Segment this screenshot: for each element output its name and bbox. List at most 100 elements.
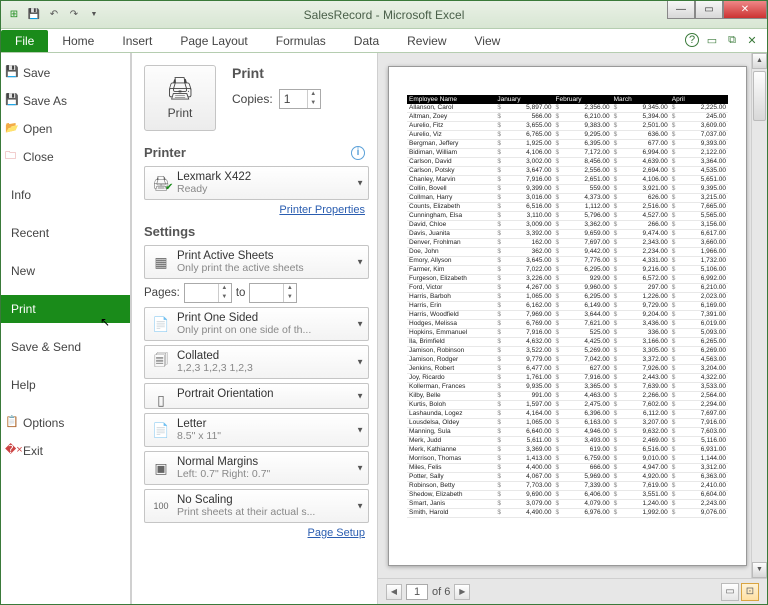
scroll-up-icon[interactable]: ▲ [752,53,767,69]
nav-exit[interactable]: �× Exit [1,437,130,465]
tab-data[interactable]: Data [340,30,393,52]
pages-from-spinner[interactable]: ▲▼ [184,283,232,303]
nav-help[interactable]: Help [1,371,130,399]
nav-save[interactable]: 💾Save [1,59,130,87]
close-window-button[interactable]: ✕ [723,1,767,19]
table-row: Emory, Allyson3,645.007,776.004,331.001,… [407,256,728,265]
nav-save-as[interactable]: 💾Save As [1,87,130,115]
nav-options[interactable]: 📋Options [1,409,130,437]
spinner-down-icon[interactable]: ▼ [307,99,319,108]
chevron-down-icon: ▼ [356,392,364,401]
table-row: Jamison, Rodger9,779.007,042.003,372.004… [407,355,728,364]
table-row: Harris, Erin6,162.006,149.009,729.006,16… [407,301,728,310]
nav-recent[interactable]: Recent [1,219,130,247]
table-row: Farmer, Kim7,022.006,295.009,216.005,106… [407,265,728,274]
table-row: Smith, Harold4,490.006,976.001,992.009,0… [407,508,728,517]
table-row: Aurelio, Fitz3,655.009,383.002,501.003,6… [407,121,728,130]
print-scope-dropdown[interactable]: ▦ Print Active Sheets Only print the act… [144,245,369,279]
page-number-input[interactable]: 1 [406,584,428,600]
table-row: Hopkins, Emmanuel7,916.00525.00336.005,0… [407,328,728,337]
margins-icon: ▣ [149,456,173,480]
printer-dropdown[interactable]: 🖨✔ Lexmark X422 Ready ▼ [144,166,369,200]
page-of-label: of 6 [432,586,450,598]
chevron-down-icon: ▼ [356,179,364,188]
undo-icon[interactable]: ↶ [45,6,63,24]
minimize-button[interactable]: — [667,1,695,19]
excel-icon: ⊞ [5,6,23,24]
preview-area: Employee NameJanuaryFebruaryMarchApril A… [378,53,767,578]
close-workbook-icon[interactable]: ✕ [745,33,759,47]
nav-close[interactable]: 🗀Close [1,143,130,171]
scaling-icon: 100 [149,494,173,518]
info-icon[interactable]: i [351,146,365,160]
chevron-down-icon: ▼ [356,426,364,435]
copies-spinner[interactable]: 1 ▲▼ [279,89,321,109]
preview-page: Employee NameJanuaryFebruaryMarchApril A… [388,66,747,566]
table-row: Shedow, Elizabeth9,690.006,406.003,551.0… [407,490,728,499]
table-row: Carlson, Potsky3,647.002,556.002,694.004… [407,166,728,175]
qat-dropdown-icon[interactable]: ▼ [85,6,103,24]
collation-dropdown[interactable]: 🗐 Collated 1,2,3 1,2,3 1,2,3 ▼ [144,345,369,379]
tab-view[interactable]: View [461,30,515,52]
table-row: Morrison, Thomas1,413.006,759.009,010.00… [407,454,728,463]
tab-home[interactable]: Home [48,30,108,52]
zoom-button[interactable]: ⊡ [741,583,759,601]
spinner-up-icon[interactable]: ▲ [307,90,319,99]
sides-dropdown[interactable]: 📄 Print One Sided Only print on one side… [144,307,369,341]
tab-formulas[interactable]: Formulas [262,30,340,52]
tab-insert[interactable]: Insert [108,30,166,52]
help-icon[interactable]: ? [685,33,699,47]
maximize-button[interactable]: ▭ [695,1,723,19]
restore-icon[interactable]: ⧉ [725,33,739,47]
nav-new[interactable]: New [1,257,130,285]
margins-dropdown[interactable]: ▣ Normal Margins Left: 0.7" Right: 0.7" … [144,451,369,485]
column-header: Employee Name [407,95,495,104]
table-row: Ila, Brimfield4,632.004,425.003,166.006,… [407,337,728,346]
column-header: April [670,95,728,104]
table-row: Davis, Juanita3,392.009,659.009,474.006,… [407,229,728,238]
table-row: Aurelio, Viz6,765.009,295.00636.007,037.… [407,130,728,139]
nav-open[interactable]: 📂Open [1,115,130,143]
printer-status: Ready [177,183,337,195]
tab-review[interactable]: Review [393,30,460,52]
table-row: Kurtis, Boloh1,597.002,475.007,602.002,2… [407,400,728,409]
zoom-to-page-button[interactable]: ▭ [721,583,739,601]
scaling-dropdown[interactable]: 100 No Scaling Print sheets at their act… [144,489,369,523]
print-button[interactable]: 🖨 Print [144,65,216,131]
backstage-nav: 💾Save 💾Save As 📂Open 🗀Close Info Recent … [1,53,131,604]
printer-device-icon: 🖨✔ [149,171,173,195]
page-setup-link[interactable]: Page Setup [144,527,365,539]
preview-scrollbar[interactable]: ▲ ▼ [751,53,767,578]
tab-page-layout[interactable]: Page Layout [166,30,261,52]
column-header: March [612,95,670,104]
chevron-down-icon: ▼ [356,258,364,267]
table-row: Counts, Elizabeth6,516.001,112.002,516.0… [407,202,728,211]
table-row: Ford, Victor4,267.009,960.00297.006,210.… [407,283,728,292]
scroll-down-icon[interactable]: ▼ [752,562,767,578]
quick-access-toolbar: ⊞ 💾 ↶ ↷ ▼ [1,6,103,24]
tab-file[interactable]: File [1,30,48,52]
scroll-thumb[interactable] [753,71,766,121]
next-page-button[interactable]: ▶ [454,584,470,600]
printer-properties-link[interactable]: Printer Properties [144,204,365,216]
table-row: Allanson, Carol5,897.002,356.009,345.002… [407,104,728,113]
paper-size-dropdown[interactable]: 📄 Letter 8.5" x 11" ▼ [144,413,369,447]
collate-icon: 🗐 [149,350,173,374]
print-settings-column: 🖨 Print Print Copies: 1 ▲▼ [132,53,377,604]
nav-save-send[interactable]: Save & Send [1,333,130,361]
table-row: Lashaunda, Logez4,164.006,396.006,112.00… [407,409,728,418]
save-icon[interactable]: 💾 [25,6,43,24]
table-row: Carlson, David3,002.008,456.004,639.003,… [407,157,728,166]
pages-to-spinner[interactable]: ▲▼ [249,283,297,303]
nav-info[interactable]: Info [1,181,130,209]
minimize-ribbon-icon[interactable]: ▭ [705,33,719,47]
save-icon: 💾 [5,64,19,78]
table-row: Merk, Judd5,611.003,493.002,469.005,116.… [407,436,728,445]
table-row: Denver, Frohlman162.007,697.002,343.003,… [407,238,728,247]
orientation-dropdown[interactable]: ▯ Portrait Orientation ▼ [144,383,369,409]
prev-page-button[interactable]: ◀ [386,584,402,600]
settings-heading: Settings [144,224,369,239]
redo-icon[interactable]: ↷ [65,6,83,24]
table-row: Harris, Woodfield7,969.003,644.009,204.0… [407,310,728,319]
nav-print[interactable]: Print↖ [1,295,130,323]
